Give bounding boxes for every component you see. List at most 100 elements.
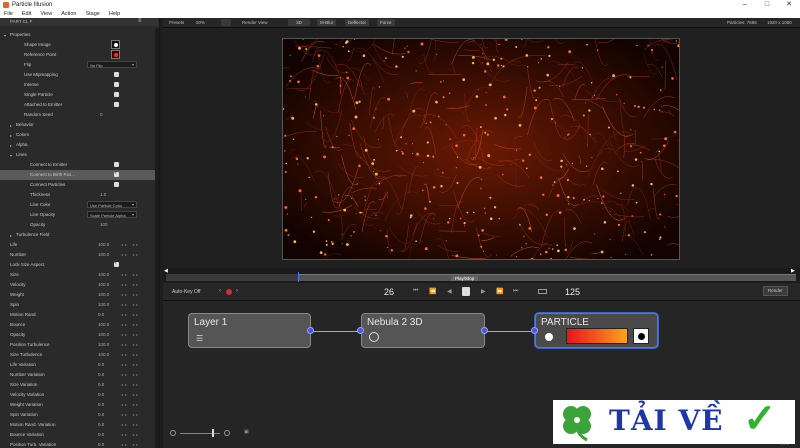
property-row[interactable]: ▾ Lines	[0, 150, 155, 160]
property-value[interactable]: 0	[100, 112, 103, 117]
shape-swatch[interactable]	[111, 50, 120, 59]
property-row[interactable]: Number 100.0 ◂▸ ◂▸	[0, 250, 155, 260]
property-row[interactable]: ▾ Properties	[0, 30, 155, 40]
property-row[interactable]: Random Seed 0	[0, 110, 155, 120]
keyframe-nav-icon[interactable]: ◂▸ ◂▸	[121, 362, 140, 367]
view-toggle-icon[interactable]	[221, 19, 231, 26]
zoom-slider-handle[interactable]	[212, 429, 214, 437]
play-stop-label[interactable]: Play/Stop	[451, 276, 479, 281]
stop-button[interactable]	[462, 287, 470, 296]
property-row[interactable]: ▸ Turbulence Field	[0, 230, 155, 240]
property-value[interactable]: 0.0	[98, 422, 104, 427]
render-view-label[interactable]: Render View	[242, 20, 268, 25]
keyframe-nav-icon[interactable]: ◂▸ ◂▸	[121, 442, 140, 447]
node-layer[interactable]: Layer 1 ☰	[188, 313, 311, 348]
expand-down-icon[interactable]: ▾	[4, 33, 6, 38]
property-value[interactable]: 100.0	[98, 342, 109, 347]
layer-output-port[interactable]	[307, 327, 314, 334]
property-row[interactable]: Weight 100.0 ◂▸ ◂▸	[0, 290, 155, 300]
property-row[interactable]: Bounce 100.0 ◂▸ ◂▸	[0, 320, 155, 330]
property-row[interactable]: Position Turbulence 100.0 ◂▸ ◂▸	[0, 340, 155, 350]
keyframe-nav-icon[interactable]: ◂▸ ◂▸	[121, 432, 140, 437]
property-row[interactable]: Reference Point	[0, 50, 155, 60]
property-row[interactable]: Shape Image	[0, 40, 155, 50]
keyframe-nav-icon[interactable]: ◂▸ ◂▸	[121, 302, 140, 307]
property-value[interactable]: 0.0	[98, 312, 104, 317]
property-row[interactable]: Size 100.0 ◂▸ ◂▸	[0, 270, 155, 280]
menu-action[interactable]: Action	[61, 11, 76, 18]
record-key-icon[interactable]	[226, 289, 232, 295]
menu-edit[interactable]: Edit	[22, 11, 31, 18]
property-row[interactable]: Flip No Flip	[0, 60, 155, 70]
motion-blur-button[interactable]: M-Blur	[317, 19, 337, 26]
particle-swatch[interactable]	[633, 328, 649, 344]
property-dropdown[interactable]: Scale Particle Alpha	[87, 211, 137, 218]
keyframe-nav-icon[interactable]: ◂▸ ◂▸	[121, 422, 140, 427]
keyframe-nav-icon[interactable]: ◂▸ ◂▸	[121, 412, 140, 417]
keyframe-nav-icon[interactable]: ◂▸ ◂▸	[121, 242, 140, 247]
property-row[interactable]: Motion Rand. Variation 0.0 ◂▸ ◂▸	[0, 420, 155, 430]
property-value[interactable]: 100.0	[98, 322, 109, 327]
expand-right-icon[interactable]: ▸	[10, 143, 12, 148]
menu-help[interactable]: Help	[109, 11, 120, 18]
property-row[interactable]: Thickness 1.0	[0, 190, 155, 200]
play-reverse-icon[interactable]: ◀	[447, 288, 452, 295]
property-value[interactable]: 100	[100, 222, 108, 227]
property-row[interactable]: Intense	[0, 80, 155, 90]
keyframe-nav-icon[interactable]: ◂▸ ◂▸	[121, 352, 140, 357]
keyframe-nav-icon[interactable]: ◂▸ ◂▸	[121, 292, 140, 297]
property-dropdown[interactable]: Use Particle Color	[87, 201, 137, 208]
property-row[interactable]: Opacity 100.0 ◂▸ ◂▸	[0, 330, 155, 340]
property-value[interactable]: 100.0	[98, 252, 109, 257]
property-value[interactable]: 100.0	[98, 352, 109, 357]
property-row[interactable]: Connect to Emitter	[0, 160, 155, 170]
property-value[interactable]: 0.0	[98, 382, 104, 387]
particle-input-port[interactable]	[531, 327, 538, 334]
property-row[interactable]: Bounce Variation 0.0 ◂▸ ◂▸	[0, 430, 155, 440]
zoom-level[interactable]: 50%	[196, 20, 205, 25]
property-row[interactable]: Connect to Birth Pos...	[0, 170, 155, 180]
property-row[interactable]: Use Mipmapping	[0, 70, 155, 80]
menu-file[interactable]: File	[4, 11, 13, 18]
property-value[interactable]: 100.0	[98, 302, 109, 307]
playhead[interactable]	[298, 272, 300, 282]
property-row[interactable]: Life Variation 0.0 ◂▸ ◂▸	[0, 360, 155, 370]
zoom-out-icon[interactable]	[170, 430, 176, 436]
keyframe-nav-icon[interactable]: ◂▸ ◂▸	[121, 372, 140, 377]
property-row[interactable]: Velocity Variation 0.0 ◂▸ ◂▸	[0, 390, 155, 400]
zoom-slider[interactable]	[180, 433, 220, 434]
property-row[interactable]: ▸ Colors	[0, 130, 155, 140]
property-row[interactable]: Weight Variation 0.0 ◂▸ ◂▸	[0, 400, 155, 410]
step-back-icon[interactable]: ⏪	[429, 288, 436, 295]
property-value[interactable]: 100.0	[98, 242, 109, 247]
zoom-in-icon[interactable]	[224, 430, 230, 436]
next-key-icon[interactable]: ›	[236, 288, 238, 294]
presets-label[interactable]: Presets	[169, 20, 184, 25]
keyframe-nav-icon[interactable]: ◂▸ ◂▸	[121, 332, 140, 337]
panel-scrollbar[interactable]	[155, 28, 159, 448]
render-canvas[interactable]	[282, 38, 680, 260]
step-forward-icon[interactable]: ⏩	[496, 288, 503, 295]
property-value[interactable]: 0.0	[98, 442, 104, 447]
fit-view-icon[interactable]: ▣	[244, 429, 249, 435]
emitter-input-port[interactable]	[357, 327, 364, 334]
property-value[interactable]: 0.0	[98, 372, 104, 377]
property-checkbox[interactable]	[114, 170, 119, 177]
timeline[interactable]: ◀ ▶ Play/Stop	[163, 268, 800, 283]
property-checkbox[interactable]	[114, 82, 119, 87]
property-row[interactable]: Motion Rand. 0.0 ◂▸ ◂▸	[0, 310, 155, 320]
property-row[interactable]: Line Opacity Scale Particle Alpha	[0, 210, 155, 220]
node-emitter[interactable]: Nebula 2 3D	[361, 313, 485, 348]
particle-color-gradient[interactable]	[566, 328, 628, 344]
property-value[interactable]: 100.0	[98, 282, 109, 287]
go-to-start-icon[interactable]: ⏮	[413, 288, 418, 295]
go-to-end-icon[interactable]: ⏭	[513, 288, 518, 295]
property-row[interactable]: ▸ Alpha	[0, 140, 155, 150]
keyframe-nav-icon[interactable]: ◂▸ ◂▸	[121, 402, 140, 407]
autokey-label[interactable]: Auto-Key Off	[172, 289, 201, 295]
node-particle[interactable]: PARTICLE	[535, 313, 658, 348]
property-row[interactable]: Opacity 100	[0, 220, 155, 230]
property-row[interactable]: Attached to Emitter	[0, 100, 155, 110]
play-icon[interactable]: ▶	[481, 288, 486, 295]
property-row[interactable]: ▸ Behavior	[0, 120, 155, 130]
